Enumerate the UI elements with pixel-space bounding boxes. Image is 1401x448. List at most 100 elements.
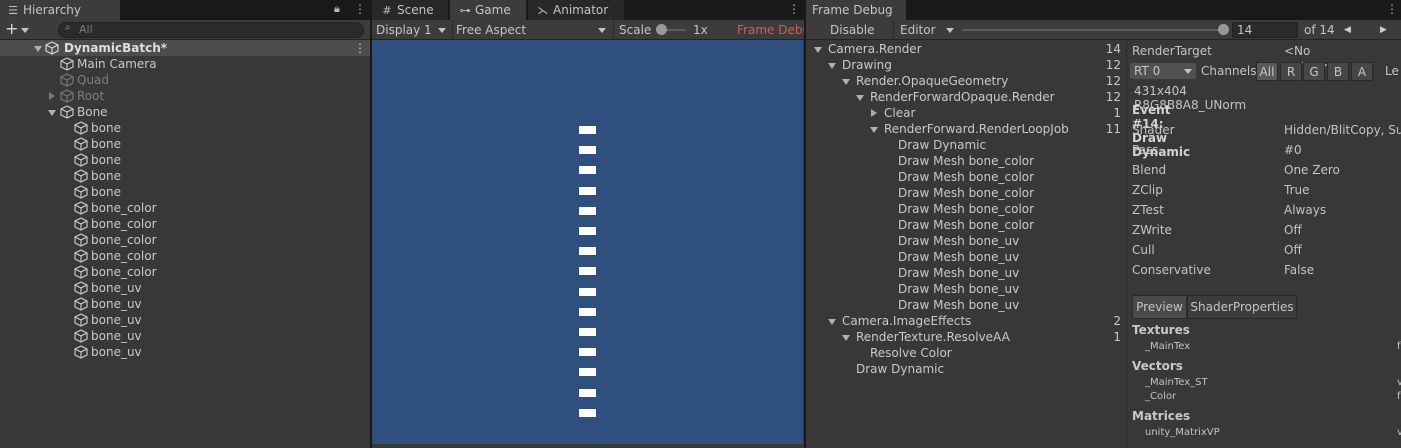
hierarchy-item-label: bone xyxy=(91,153,121,167)
event-tree-item[interactable]: Draw Mesh bone_uv xyxy=(806,233,1126,249)
gameobject-cube-icon xyxy=(60,57,74,71)
event-tree-item[interactable]: Draw Mesh bone_color xyxy=(806,169,1126,185)
event-tree-item[interactable]: Resolve Color xyxy=(806,345,1126,361)
event-count: 14 xyxy=(1105,42,1121,56)
expand-arrow-icon[interactable] xyxy=(870,127,878,133)
tab-scene-label: Scene xyxy=(397,3,434,17)
game-menu-dots-icon[interactable]: ⋮ xyxy=(788,2,800,16)
expand-arrow-icon[interactable] xyxy=(814,47,822,53)
search-input[interactable]: ⌕ All xyxy=(58,22,364,38)
expand-arrow-icon[interactable] xyxy=(48,110,56,116)
chevron-down-icon[interactable] xyxy=(21,28,29,33)
hierarchy-item[interactable]: bone xyxy=(0,168,370,184)
hierarchy-item[interactable]: bone xyxy=(0,152,370,168)
hierarchy-item[interactable]: bone_color xyxy=(0,264,370,280)
hierarchy-item[interactable]: bone_uv xyxy=(0,296,370,312)
event-slider-handle[interactable] xyxy=(1218,24,1229,35)
menu-dots-icon[interactable]: ⋮ xyxy=(354,2,366,16)
hierarchy-item[interactable]: Quad xyxy=(0,72,370,88)
disable-button[interactable]: Disable xyxy=(830,20,875,40)
expand-arrow-icon[interactable] xyxy=(842,335,850,341)
preview-tab[interactable]: Preview xyxy=(1132,295,1187,319)
hierarchy-item[interactable]: bone_uv xyxy=(0,344,370,360)
tab-game[interactable]: ⊶ Game xyxy=(450,0,526,20)
event-tree-item[interactable]: RenderForwardOpaque.Render 12 xyxy=(806,89,1126,105)
event-tree-item[interactable]: Drawing 12 xyxy=(806,57,1126,73)
hierarchy-item[interactable]: bone_uv xyxy=(0,312,370,328)
event-tree-label: Draw Mesh bone_uv xyxy=(898,234,1020,248)
scene-menu-dots-icon[interactable]: ⋮ xyxy=(354,40,366,56)
event-tree-item[interactable]: Draw Mesh bone_uv xyxy=(806,249,1126,265)
event-tree-item[interactable]: RenderForward.RenderLoopJob 11 xyxy=(806,121,1126,137)
prev-event-icon[interactable]: ◀ xyxy=(1344,20,1351,40)
frame-debug-menu-dots-icon[interactable]: ⋮ xyxy=(1386,2,1398,16)
gameobject-cube-icon xyxy=(74,265,88,279)
event-tree-item[interactable]: Draw Mesh bone_uv xyxy=(806,297,1126,313)
lock-icon[interactable]: 🔒︎ xyxy=(334,2,340,16)
hierarchy-item[interactable]: Bone xyxy=(0,104,370,120)
event-tree-item[interactable]: Clear 1 xyxy=(806,105,1126,121)
tab-hierarchy[interactable]: ☰ Hierarchy xyxy=(0,0,120,20)
shader-properties-tab[interactable]: ShaderProperties xyxy=(1187,295,1297,319)
display-dropdown[interactable]: Display 1 xyxy=(372,22,452,38)
channel-button-all[interactable]: All xyxy=(1256,62,1278,81)
event-number-field[interactable]: 14 xyxy=(1232,22,1298,38)
property-value: False xyxy=(1284,263,1315,277)
hierarchy-item[interactable]: bone xyxy=(0,120,370,136)
gameobject-cube-icon xyxy=(60,105,74,119)
hierarchy-item[interactable]: bone_color xyxy=(0,232,370,248)
expand-arrow-icon[interactable] xyxy=(856,95,864,101)
hierarchy-item[interactable]: bone_color xyxy=(0,248,370,264)
expand-arrow-icon[interactable] xyxy=(34,46,42,52)
channel-button-a[interactable]: A xyxy=(1351,62,1373,81)
animator-icon: ⋋ xyxy=(537,4,549,17)
event-tree-item[interactable]: RenderTexture.ResolveAA 1 xyxy=(806,329,1126,345)
hierarchy-item[interactable]: Main Camera xyxy=(0,56,370,72)
event-tree-item[interactable]: Draw Mesh bone_color xyxy=(806,201,1126,217)
tab-scene[interactable]: # Scene xyxy=(372,0,448,20)
event-tree-item[interactable]: Draw Mesh bone_color xyxy=(806,217,1126,233)
scene-row[interactable]: DynamicBatch* ⋮ xyxy=(0,40,370,56)
rt-dropdown[interactable]: RT 0 xyxy=(1130,63,1196,79)
channel-button-b[interactable]: B xyxy=(1327,62,1349,81)
event-tree-item[interactable]: Draw Mesh bone_uv xyxy=(806,265,1126,281)
channel-button-r[interactable]: R xyxy=(1280,62,1302,81)
scale-slider[interactable] xyxy=(656,24,686,35)
hierarchy-item-label: Bone xyxy=(77,105,108,119)
event-tree-item[interactable]: Render.OpaqueGeometry 12 xyxy=(806,73,1126,89)
property-name: Conservative xyxy=(1132,263,1211,277)
game-viewport[interactable] xyxy=(372,40,803,444)
event-tree-item[interactable]: Draw Dynamic xyxy=(806,361,1126,377)
hierarchy-item[interactable]: bone_color xyxy=(0,216,370,232)
collapse-arrow-icon[interactable] xyxy=(871,109,877,117)
scale-slider-handle[interactable] xyxy=(656,24,667,35)
event-tree-item[interactable]: Draw Dynamic xyxy=(806,137,1126,153)
tab-frame-debug[interactable]: Frame Debug xyxy=(806,0,906,20)
hierarchy-item[interactable]: bone xyxy=(0,184,370,200)
add-button[interactable]: + xyxy=(5,19,18,38)
expand-arrow-icon[interactable] xyxy=(828,63,836,69)
collapse-arrow-icon[interactable] xyxy=(49,92,55,100)
channel-button-g[interactable]: G xyxy=(1303,62,1325,81)
levels-label: Le xyxy=(1385,64,1399,78)
shader-property-value: v xyxy=(1397,427,1401,438)
hierarchy-item[interactable]: bone_color xyxy=(0,200,370,216)
frame-debug-toggle[interactable]: Frame Debu xyxy=(737,20,804,40)
hierarchy-item[interactable]: bone_uv xyxy=(0,280,370,296)
editor-dropdown[interactable]: Editor xyxy=(896,22,958,38)
event-tree-item[interactable]: Draw Mesh bone_uv xyxy=(806,281,1126,297)
aspect-dropdown[interactable]: Free Aspect xyxy=(452,22,612,38)
hierarchy-item[interactable]: Root xyxy=(0,88,370,104)
editor-label: Editor xyxy=(900,23,936,37)
event-tree-item[interactable]: Camera.Render 14 xyxy=(806,41,1126,57)
expand-arrow-icon[interactable] xyxy=(842,79,850,85)
event-tree-item[interactable]: Draw Mesh bone_color xyxy=(806,153,1126,169)
event-tree-item[interactable]: Draw Mesh bone_color xyxy=(806,185,1126,201)
tab-animator[interactable]: ⋋ Animator xyxy=(528,0,624,20)
expand-arrow-icon[interactable] xyxy=(828,319,836,325)
event-tree-item[interactable]: Camera.ImageEffects 2 xyxy=(806,313,1126,329)
event-slider[interactable] xyxy=(962,24,1229,35)
hierarchy-item[interactable]: bone xyxy=(0,136,370,152)
next-event-icon[interactable]: ▶ xyxy=(1380,20,1387,40)
hierarchy-item[interactable]: bone_uv xyxy=(0,328,370,344)
